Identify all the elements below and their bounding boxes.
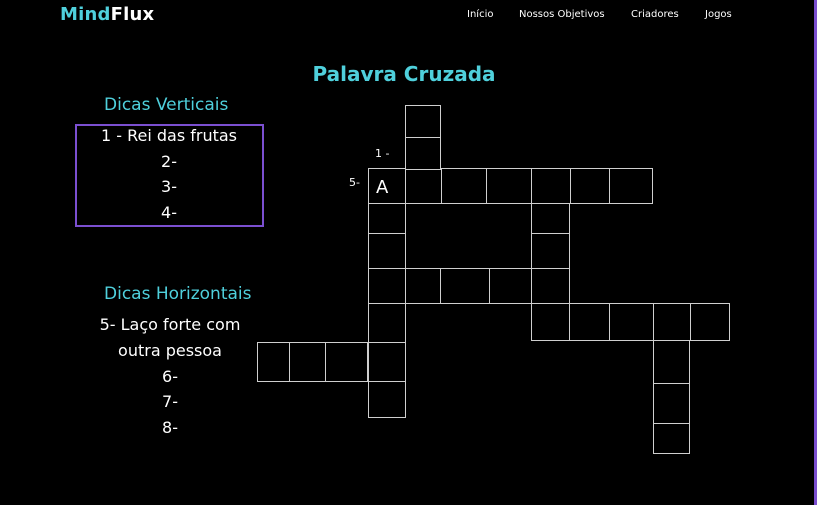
vertical-clue-3: 3- bbox=[161, 177, 177, 196]
crossword-cell[interactable] bbox=[368, 303, 406, 343]
crossword-cell[interactable] bbox=[570, 168, 610, 204]
crossword-cell[interactable] bbox=[531, 233, 570, 269]
crossword-cell[interactable] bbox=[441, 168, 487, 204]
horizontal-clue-8: 8- bbox=[162, 418, 178, 437]
crossword-cell[interactable] bbox=[531, 168, 571, 204]
crossword-cell[interactable] bbox=[405, 105, 441, 138]
crossword-cell[interactable] bbox=[609, 303, 654, 341]
vertical-clue-4: 4- bbox=[161, 203, 177, 222]
crossword-cell[interactable] bbox=[257, 342, 290, 382]
nav-jogos[interactable]: Jogos bbox=[705, 9, 732, 20]
vertical-clues-title: Dicas Verticais bbox=[104, 95, 229, 115]
crossword-cell[interactable] bbox=[531, 268, 570, 304]
crossword-cell[interactable] bbox=[609, 168, 653, 204]
crossword-cell[interactable] bbox=[653, 423, 690, 454]
grid-label-5: 5- bbox=[349, 176, 360, 189]
logo-mind: Mind bbox=[60, 4, 111, 25]
logo[interactable]: MindFlux bbox=[60, 4, 154, 25]
crossword-cell[interactable] bbox=[368, 381, 406, 418]
vertical-clue-2: 2- bbox=[161, 152, 177, 171]
horizontal-clues-title: Dicas Horizontais bbox=[104, 284, 252, 304]
crossword-cell[interactable] bbox=[368, 342, 406, 382]
crossword-cell[interactable] bbox=[368, 203, 406, 234]
logo-flux: Flux bbox=[110, 4, 155, 25]
horizontal-clue-5-cont: outra pessoa bbox=[118, 341, 222, 360]
grid-letter-a: A bbox=[376, 177, 389, 198]
page-title: Palavra Cruzada bbox=[312, 62, 496, 86]
crossword-cell[interactable] bbox=[405, 168, 442, 204]
nav-inicio[interactable]: Início bbox=[467, 9, 493, 20]
grid-label-1: 1 - bbox=[375, 147, 390, 160]
horizontal-clue-5: 5- Laço forte com bbox=[99, 315, 241, 334]
crossword-cell[interactable] bbox=[405, 137, 441, 170]
crossword-cell[interactable] bbox=[368, 233, 406, 269]
horizontal-clue-6: 6- bbox=[162, 367, 178, 386]
crossword-cell[interactable] bbox=[569, 303, 610, 341]
crossword-cell[interactable] bbox=[531, 203, 570, 234]
crossword-cell[interactable] bbox=[325, 342, 368, 382]
crossword-cell[interactable] bbox=[653, 340, 690, 384]
crossword-cell[interactable] bbox=[368, 268, 406, 304]
crossword-cell[interactable] bbox=[653, 383, 690, 424]
crossword-cell[interactable] bbox=[653, 303, 691, 341]
crossword-cell[interactable] bbox=[289, 342, 326, 382]
nav-objetivos[interactable]: Nossos Objetivos bbox=[519, 9, 605, 20]
crossword-cell[interactable] bbox=[531, 303, 570, 341]
crossword-cell[interactable] bbox=[405, 268, 441, 304]
crossword-cell[interactable] bbox=[440, 268, 490, 304]
vertical-clue-1: 1 - Rei das frutas bbox=[100, 126, 238, 145]
crossword-cell[interactable] bbox=[690, 303, 730, 341]
crossword-cell[interactable] bbox=[489, 268, 532, 304]
nav-criadores[interactable]: Criadores bbox=[631, 9, 679, 20]
crossword-cell[interactable] bbox=[486, 168, 532, 204]
horizontal-clue-7: 7- bbox=[162, 392, 178, 411]
